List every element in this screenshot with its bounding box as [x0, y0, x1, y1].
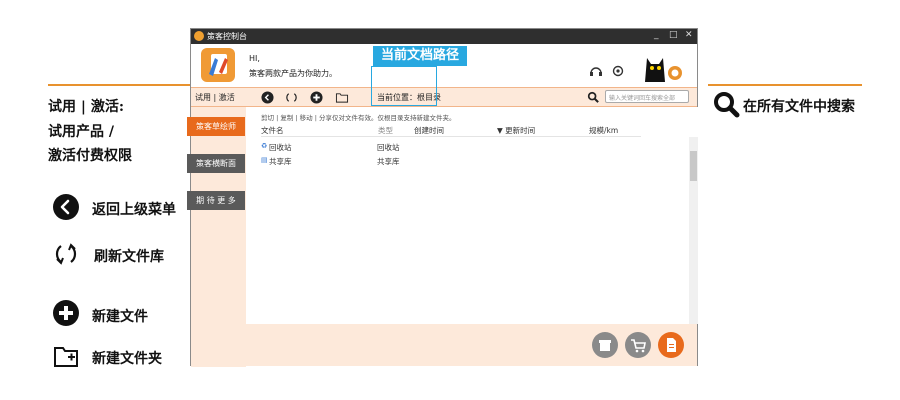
new-file-icon[interactable]	[310, 91, 323, 104]
tagline: 策客两款产品为你助力。	[249, 69, 337, 78]
file-type: 回收站	[377, 143, 400, 152]
gift-icon	[599, 340, 611, 351]
back-icon[interactable]	[261, 91, 274, 104]
new-folder-icon	[54, 347, 78, 367]
avatar	[201, 48, 235, 82]
refresh-icon[interactable]	[285, 91, 298, 104]
support-icon[interactable]	[589, 64, 603, 78]
mascot-cat-icon	[645, 58, 682, 82]
current-path-highlight	[371, 66, 437, 106]
accent-line-left	[48, 84, 190, 86]
toolbar: 试用 | 激活 当前位置：根目录 输入关键词回车搜索全部	[191, 87, 697, 107]
settings-gear-icon[interactable]	[611, 64, 625, 78]
back-icon	[53, 194, 79, 220]
minimize-button[interactable]: _	[654, 30, 659, 40]
file-type: 共享库	[377, 157, 400, 166]
operation-hint: 剪切 | 复制 | 移动 | 分享仅对文件有效。仅根目录支持新建文件夹。	[261, 114, 456, 122]
app-window: 策客控制台 _ □ ✕ HI, 策客两款产品为你助力。 试用 | 激活 当前位置…	[187, 28, 698, 367]
shared-folder-icon: ▤	[261, 156, 268, 164]
vertical-scrollbar[interactable]	[689, 137, 698, 324]
sidebar-item-sketcher[interactable]: 策客草绘师	[187, 117, 245, 136]
accent-line-right	[708, 84, 862, 86]
cart-icon	[631, 339, 646, 353]
annotation-trial-activate: 试用 | 激活:	[48, 99, 125, 115]
header-divider	[261, 136, 641, 137]
footer	[191, 324, 697, 366]
trial-activate-button[interactable]: 试用 | 激活	[195, 92, 235, 103]
current-path-callout: 当前文档路径	[373, 46, 467, 66]
maximize-button[interactable]: □	[669, 30, 678, 40]
annotation-refresh: 刷新文件库	[94, 249, 164, 265]
title-bar: 策客控制台 _ □ ✕	[191, 29, 697, 44]
annotation-new-folder: 新建文件夹	[92, 351, 162, 367]
search-icon[interactable]	[587, 91, 599, 103]
file-name: 回收站	[269, 143, 292, 152]
file-name: 共享库	[269, 157, 292, 166]
annotation-activate-rights: 激活付费权限	[48, 148, 132, 164]
new-folder-icon[interactable]	[335, 91, 349, 104]
recycle-bin-icon: ♻	[261, 142, 268, 150]
column-header-updated[interactable]: ▼ 更新时间	[497, 125, 535, 136]
column-header-type[interactable]: 类型	[378, 125, 393, 136]
column-header-name[interactable]: 文件名	[261, 125, 284, 136]
table-row[interactable]: ♻ 回收站 回收站	[261, 142, 641, 153]
greeting: HI,	[249, 54, 260, 63]
scrollbar-thumb[interactable]	[690, 151, 697, 181]
new-file-icon	[53, 300, 79, 326]
document-icon	[667, 338, 676, 352]
refresh-icon	[55, 243, 77, 265]
annotation-trial-product: 试用产品 /	[48, 124, 114, 140]
file-list: 剪切 | 复制 | 移动 | 分享仅对文件有效。仅根目录支持新建文件夹。 文件名…	[246, 107, 698, 324]
search-input[interactable]: 输入关键词回车搜索全部	[605, 90, 689, 103]
document-button[interactable]	[658, 332, 684, 358]
column-header-created[interactable]: 创建时间	[414, 125, 444, 136]
close-button[interactable]: ✕	[685, 30, 693, 40]
window-title: 策客控制台	[207, 32, 247, 41]
annotation-back: 返回上级菜单	[92, 202, 176, 218]
sidebar-item-coming-soon[interactable]: 期 待 更 多	[187, 191, 245, 210]
search-icon	[714, 92, 740, 118]
annotation-search-all: 在所有文件中搜索	[743, 99, 855, 115]
annotation-new-file: 新建文件	[92, 309, 148, 325]
gift-button[interactable]	[592, 332, 618, 358]
cart-button[interactable]	[625, 332, 651, 358]
column-header-scale[interactable]: 规模/km	[589, 125, 618, 136]
sidebar-item-cross-section[interactable]: 策客横断面	[187, 154, 245, 173]
table-row[interactable]: ▤ 共享库 共享库	[261, 156, 641, 167]
app-logo-icon	[194, 31, 204, 41]
